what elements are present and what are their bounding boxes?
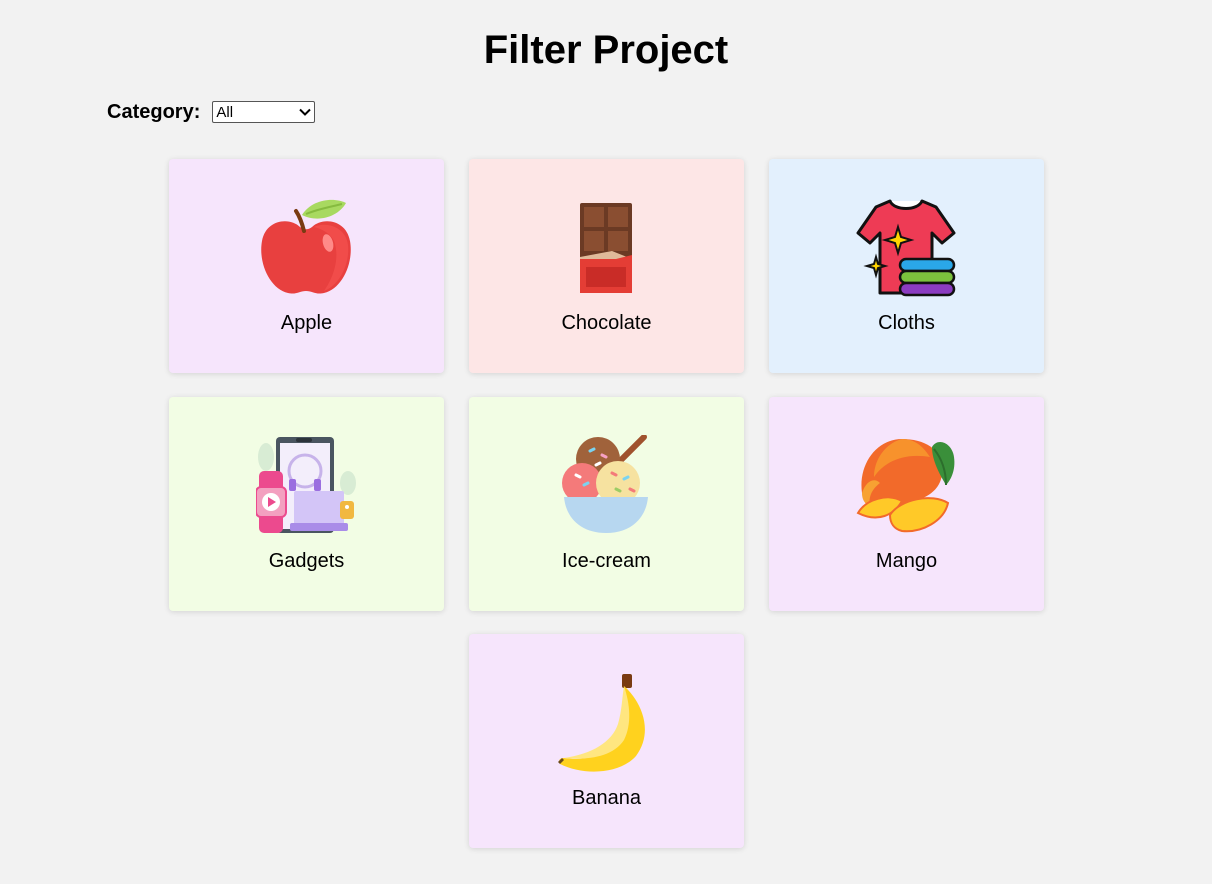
gadgets-icon [256,437,356,533]
card-label: Chocolate [561,312,652,334]
card-label: Ice-cream [562,550,651,572]
product-card-mango[interactable]: Mango [769,397,1044,611]
card-label: Gadgets [268,550,345,572]
product-card-cloths[interactable]: Cloths [769,159,1044,373]
product-card-apple[interactable]: Apple [169,159,444,373]
card-label: Cloths [878,312,935,334]
mango-icon [856,439,955,533]
ice-cream-icon [562,435,648,533]
product-card-chocolate[interactable]: Chocolate [469,159,744,373]
category-select[interactable]: All [212,101,316,123]
category-label: Category: [107,100,201,123]
chevron-down-icon [299,108,312,116]
apple-icon [261,199,351,294]
card-label: Mango [875,550,938,572]
card-label: Apple [280,312,333,334]
shirt-icon [856,199,956,297]
category-filter: Category: All [107,100,316,124]
chocolate-icon [580,203,632,293]
category-select-value: All [216,103,234,121]
card-label: Banana [572,787,641,809]
product-card-gadgets[interactable]: Gadgets [169,397,444,611]
product-card-ice-cream[interactable]: Ice-cream [469,397,744,611]
product-card-banana[interactable]: Banana [469,634,744,848]
page-title: Filter Project [483,28,729,72]
banana-icon [558,674,645,772]
